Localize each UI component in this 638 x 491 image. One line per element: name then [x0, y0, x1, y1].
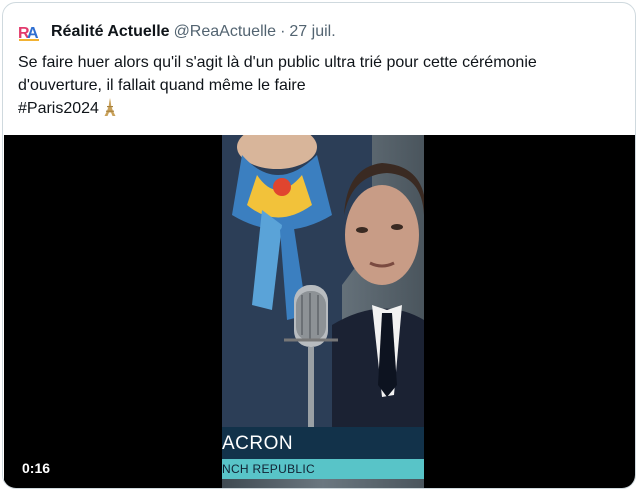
tweet-card[interactable]: R A Réalité Actuelle @ReaActuelle · 27 j…	[2, 2, 636, 489]
hashtag-link[interactable]: #Paris2024	[18, 100, 99, 117]
tweet-header: R A Réalité Actuelle @ReaActuelle · 27 j…	[18, 20, 336, 44]
video-frame[interactable]: ACRON NCH REPUBLIC	[222, 135, 424, 488]
tweet-text-line-1: Se faire huer alors qu'il s'agit là d'un…	[18, 54, 537, 71]
name-overlay: ACRON	[222, 427, 424, 459]
author-name[interactable]: Réalité Actuelle	[51, 23, 170, 41]
subtitle-overlay: NCH REPUBLIC	[222, 459, 424, 479]
overlay-name-text: ACRON	[222, 433, 294, 454]
author-avatar[interactable]: R A	[18, 21, 42, 43]
tweet-text-line-3: #Paris2024	[18, 97, 623, 120]
video-player[interactable]: ACRON NCH REPUBLIC 0:16	[4, 135, 635, 488]
tweet-text-line-2: d'ouverture, il fallait quand même le fa…	[18, 77, 306, 94]
video-duration: 0:16	[22, 460, 51, 476]
author-handle[interactable]: @ReaActuelle	[174, 23, 277, 41]
overlay-subtitle-text: NCH REPUBLIC	[222, 462, 315, 476]
eiffel-tower-icon	[104, 98, 116, 116]
tweet-text: Se faire huer alors qu'il s'agit là d'un…	[18, 51, 623, 120]
date-separator: ·	[280, 23, 286, 40]
tweet-date[interactable]: 27 juil.	[289, 23, 335, 41]
